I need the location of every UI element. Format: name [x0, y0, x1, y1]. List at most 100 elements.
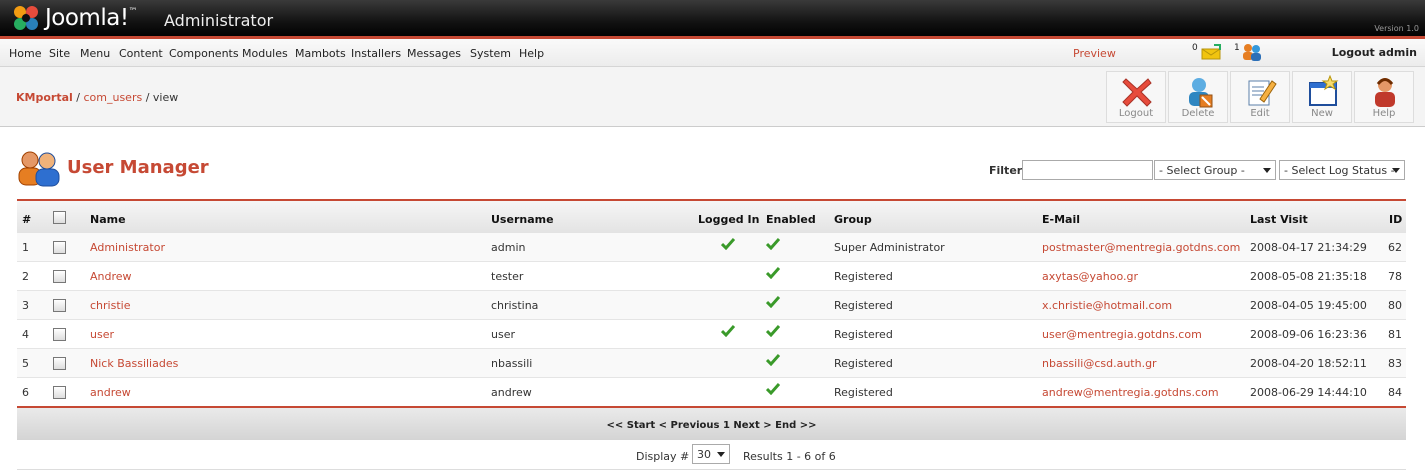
- last-visit: 2008-04-17 21:34:29: [1250, 241, 1367, 254]
- users-online-icon[interactable]: [1241, 43, 1263, 61]
- display-label: Display #: [636, 450, 690, 463]
- logged-in-check-icon: [720, 325, 736, 338]
- log-status-select[interactable]: - Select Log Status -: [1279, 160, 1405, 180]
- user-email-link[interactable]: andrew@mentregia.gotdns.com: [1042, 386, 1219, 399]
- table-row: 2 Andrew tester Registered axytas@yahoo.gr 20…: [17, 262, 1406, 291]
- select-all-checkbox[interactable]: [53, 211, 66, 224]
- enabled-check-icon[interactable]: [765, 267, 781, 280]
- messages-icon[interactable]: [1200, 43, 1222, 61]
- user-name-link[interactable]: andrew: [90, 386, 131, 399]
- user-id: 81: [1388, 328, 1402, 341]
- enabled-check-icon[interactable]: [765, 296, 781, 309]
- brand-subtitle: Administrator: [164, 11, 274, 30]
- breadcrumb: KMportal / com_users / view: [16, 91, 179, 104]
- menu-site[interactable]: Site: [49, 47, 70, 60]
- enabled-check-icon[interactable]: [765, 354, 781, 367]
- filter-input[interactable]: [1022, 160, 1153, 180]
- help-button[interactable]: Help: [1354, 71, 1414, 123]
- menu-content[interactable]: Content: [119, 47, 163, 60]
- edit-pencil-icon: [1248, 80, 1277, 106]
- help-button-label: Help: [1372, 108, 1396, 119]
- username: nbassili: [491, 357, 533, 370]
- menu-home[interactable]: Home: [9, 47, 41, 60]
- version-label: Version 1.0: [1374, 24, 1419, 33]
- logged-in-check-icon: [720, 238, 736, 251]
- user-email-link[interactable]: x.christie@hotmail.com: [1042, 299, 1172, 312]
- menu-menu[interactable]: Menu: [80, 47, 110, 60]
- menu-help[interactable]: Help: [519, 47, 544, 60]
- user-email-link[interactable]: user@mentregia.gotdns.com: [1042, 328, 1202, 341]
- results-count: Results 1 - 6 of 6: [743, 450, 836, 463]
- new-button-label: New: [1311, 108, 1333, 119]
- col-last-visit[interactable]: Last Visit: [1250, 213, 1308, 226]
- user-email-link[interactable]: nbassili@csd.auth.gr: [1042, 357, 1157, 370]
- pagination-nav[interactable]: << Start < Previous 1 Next > End >>: [17, 420, 1406, 431]
- page-title: User Manager: [67, 157, 209, 178]
- user-id: 84: [1388, 386, 1402, 399]
- user-name-link[interactable]: christie: [90, 299, 130, 312]
- menu-mambots[interactable]: Mambots: [295, 47, 346, 60]
- menu-installers[interactable]: Installers: [351, 47, 401, 60]
- col-group[interactable]: Group: [834, 213, 872, 226]
- row-checkbox[interactable]: [53, 328, 66, 341]
- menu-system[interactable]: System: [470, 47, 511, 60]
- col-logged-in[interactable]: Logged In: [698, 213, 759, 226]
- chevron-down-icon: [717, 452, 725, 457]
- enabled-check-icon[interactable]: [765, 383, 781, 396]
- col-email[interactable]: E-Mail: [1042, 213, 1080, 226]
- enabled-check-icon[interactable]: [765, 238, 781, 251]
- new-window-icon: [1309, 75, 1339, 106]
- breadcrumb-component-link[interactable]: com_users: [83, 91, 142, 104]
- user-id: 78: [1388, 270, 1402, 283]
- new-button[interactable]: New: [1292, 71, 1352, 123]
- menu-components[interactable]: Components: [169, 47, 239, 60]
- user-id: 80: [1388, 299, 1402, 312]
- user-manager-icon: [18, 151, 60, 187]
- username: tester: [491, 270, 524, 283]
- user-group: Registered: [834, 386, 893, 399]
- delete-user-icon: [1189, 78, 1213, 108]
- toolbar-area: KMportal / com_users / view Logout Delet…: [0, 67, 1425, 127]
- header-bar: Joomla!™ Administrator Version 1.0: [0, 0, 1425, 38]
- delete-button[interactable]: Delete: [1168, 71, 1228, 123]
- user-name-link[interactable]: user: [90, 328, 114, 341]
- logout-admin-link[interactable]: Logout admin: [1332, 46, 1417, 59]
- display-row: Display # 30 Results 1 - 6 of 6: [17, 440, 1406, 470]
- menu-messages[interactable]: Messages: [407, 47, 461, 60]
- row-checkbox[interactable]: [53, 357, 66, 370]
- row-number: 5: [22, 357, 29, 370]
- last-visit: 2008-04-05 19:45:00: [1250, 299, 1367, 312]
- brand-name: Joomla!™: [45, 5, 138, 31]
- breadcrumb-site-link[interactable]: KMportal: [16, 91, 73, 104]
- table-row: 4 user user Registered user@mentregia.gotdns…: [17, 320, 1406, 349]
- col-id[interactable]: ID: [1389, 213, 1402, 226]
- row-number: 2: [22, 270, 29, 283]
- group-select[interactable]: - Select Group -: [1154, 160, 1276, 180]
- breadcrumb-current: view: [152, 91, 179, 104]
- messages-count: 0: [1192, 43, 1198, 53]
- logout-button[interactable]: Logout: [1106, 71, 1166, 123]
- col-enabled[interactable]: Enabled: [766, 213, 816, 226]
- menu-modules[interactable]: Modules: [242, 47, 288, 60]
- preview-link[interactable]: Preview: [1073, 47, 1116, 60]
- row-checkbox[interactable]: [53, 299, 66, 312]
- users-online-count: 1: [1234, 43, 1240, 53]
- edit-button[interactable]: Edit: [1230, 71, 1290, 123]
- display-count-select[interactable]: 30: [692, 444, 730, 464]
- display-count-value: 30: [697, 448, 711, 461]
- user-id: 83: [1388, 357, 1402, 370]
- col-username[interactable]: Username: [491, 213, 554, 226]
- row-checkbox[interactable]: [53, 386, 66, 399]
- row-checkbox[interactable]: [53, 241, 66, 254]
- user-name-link[interactable]: Andrew: [90, 270, 132, 283]
- row-checkbox[interactable]: [53, 270, 66, 283]
- last-visit: 2008-06-29 14:44:10: [1250, 386, 1367, 399]
- enabled-check-icon[interactable]: [765, 325, 781, 338]
- col-name[interactable]: Name: [90, 213, 126, 226]
- table-row: 6 andrew andrew Registered andrew@mentregia.…: [17, 378, 1406, 407]
- user-email-link[interactable]: axytas@yahoo.gr: [1042, 270, 1138, 283]
- user-name-link[interactable]: Nick Bassiliades: [90, 357, 178, 370]
- user-name-link[interactable]: Administrator: [90, 241, 165, 254]
- help-person-icon: [1375, 78, 1395, 107]
- user-email-link[interactable]: postmaster@mentregia.gotdns.com: [1042, 241, 1240, 254]
